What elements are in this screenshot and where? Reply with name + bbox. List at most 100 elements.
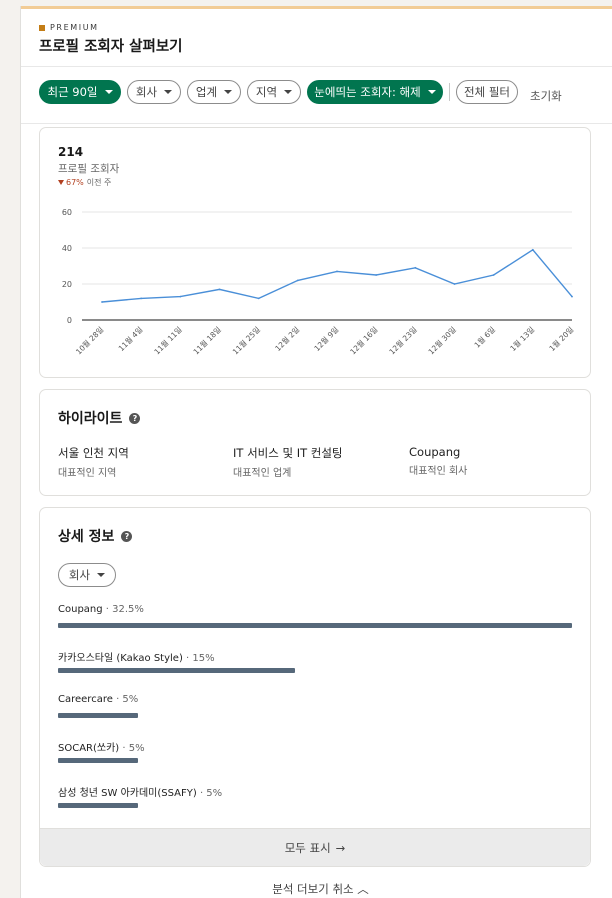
x-tick-label: 11월 4일 [116,324,145,353]
company-name: Careercare [58,694,113,705]
top-accent-line [21,6,612,9]
chart-panel: 214 프로필 조회자 67% 이전 주 0 20 40 60 10월 28일 11월 4… [39,127,591,378]
collapse-label: 분석 더보기 취소 [272,882,354,896]
filter-notable-label: 눈에띄는 조회자: 해제 [314,85,421,99]
data-point [453,283,456,285]
data-point [571,295,573,298]
reset-button[interactable]: 초기화 [530,88,562,104]
series-line [101,248,573,303]
filter-region-button[interactable]: 지역 [247,80,301,104]
company-row-label: 삼성 청년 SW 아카데미(SSAFY) · 5% [58,784,572,799]
company-name: 카카오스타일 (Kakao Style) [58,653,183,664]
company-bar-track [58,758,572,763]
details-dropdown[interactable]: 회사 [58,563,116,587]
highlight-industry: IT 서비스 및 IT 컨설팅 대표적인 업계 [233,445,343,479]
data-point [296,279,299,282]
company-name: Coupang [58,604,103,615]
y-tick-label: 60 [62,208,72,217]
show-all-label: 모두 표시 [284,840,331,855]
company-bar-track [58,713,572,718]
help-icon[interactable]: ? [129,412,141,424]
all-filters-button[interactable]: 전체 필터 [456,80,518,104]
x-tick-label: 11월 18일 [191,324,223,356]
filter-bar: 최근 90일 회사 업계 지역 눈에띄는 조회자: 해제 전체 필터 초기화 [21,66,612,124]
highlight-region: 서울 인천 지역 대표적인 지역 [58,445,129,479]
company-bar [58,668,296,673]
data-point [531,248,534,251]
data-point [492,274,495,276]
premium-label: PREMIUM [50,23,99,32]
company-bar-track [58,803,572,808]
highlights-panel: 하이라이트 ? 서울 인천 지역 대표적인 지역 IT 서비스 및 IT 컨설팅… [39,389,591,496]
data-point [140,297,143,300]
premium-badge: PREMIUM [39,23,99,32]
details-title: 상세 정보 [58,529,115,545]
collapse-analytics-button[interactable]: 분석 더보기 취소 ︿ [21,881,612,897]
highlight-industry-value: IT 서비스 및 IT 컨설팅 [233,446,343,460]
caret-down-icon [97,573,106,577]
chevron-up-icon: ︿ [357,882,369,896]
company-row-label: 카카오스타일 (Kakao Style) · 15% [58,649,572,664]
y-tick-label: 40 [62,244,72,253]
company-bar [58,623,572,628]
x-tick-label: 12월 23일 [387,324,419,356]
show-all-button[interactable]: 모두 표시 → [40,828,590,866]
filter-divider [449,83,450,101]
premium-icon [39,24,45,31]
company-row: SOCAR(쏘카) · 5% [58,739,572,763]
company-bar-track [58,623,572,628]
data-point [218,288,221,291]
highlight-company-value: Coupang [409,445,461,459]
company-pct: · 5% [122,743,145,754]
highlight-industry-sub: 대표적인 업계 [233,468,292,479]
company-pct: · 15% [186,653,215,664]
x-tick-label: 11월 25일 [230,324,262,356]
company-pct: · 5% [116,694,139,705]
all-filters-label: 전체 필터 [464,85,510,99]
filter-company-button[interactable]: 회사 [127,80,181,104]
y-tick-label: 20 [62,280,72,289]
filter-industry-button[interactable]: 업계 [187,80,241,104]
company-pct: · 5% [199,788,223,799]
help-icon[interactable]: ? [121,530,133,542]
main-card: PREMIUM 프로필 조회자 살펴보기 최근 90일 회사 업계 지역 눈에띄… [20,6,612,898]
details-panel: 상세 정보 ? 회사 Coupang · 32.5% 카카오스타일 (Kakao… [39,507,591,867]
company-bar [58,713,138,718]
company-name: 삼성 청년 SW 아카데미(SSAFY) [58,788,197,799]
company-row: 삼성 청년 SW 아카데미(SSAFY) · 5% [58,784,572,808]
data-point [375,274,378,276]
data-point [179,295,182,298]
company-row-label: Careercare · 5% [58,694,572,705]
company-row-label: SOCAR(쏘카) · 5% [58,739,572,754]
caret-down-icon [224,90,233,94]
data-point [101,301,103,303]
x-tick-label: 1월 13일 [508,324,537,353]
company-bar-track [58,668,572,673]
company-row: 카카오스타일 (Kakao Style) · 15% [58,649,572,673]
company-row: Coupang · 32.5% [58,604,572,628]
data-point [414,266,417,269]
company-name: SOCAR(쏘카) [58,743,120,754]
filter-time-button[interactable]: 최근 90일 [39,80,121,104]
highlights-title: 하이라이트 [58,411,123,427]
company-row: Careercare · 5% [58,694,572,718]
arrow-right-icon: → [335,840,346,855]
filter-company-label: 회사 [135,85,158,99]
company-bar [58,803,138,808]
filter-notable-button[interactable]: 눈에띄는 조회자: 해제 [307,80,443,104]
caret-down-icon [104,90,113,94]
highlight-region-value: 서울 인천 지역 [58,446,129,460]
highlights-heading: 하이라이트 ? [58,408,141,428]
company-pct: · 32.5% [105,604,144,615]
caret-down-icon [284,90,293,94]
x-tick-label: 12월 16일 [348,324,380,356]
x-tick-label: 12월 2일 [273,324,302,353]
highlight-region-sub: 대표적인 지역 [58,468,117,479]
x-tick-label: 1월 6일 [472,324,497,349]
x-tick-label: 1월 20일 [547,324,576,353]
filter-industry-label: 업계 [195,85,218,99]
filter-region-label: 지역 [255,85,278,99]
page-title: 프로필 조회자 살펴보기 [39,39,183,55]
data-point [257,297,260,300]
company-row-label: Coupang · 32.5% [58,604,572,615]
